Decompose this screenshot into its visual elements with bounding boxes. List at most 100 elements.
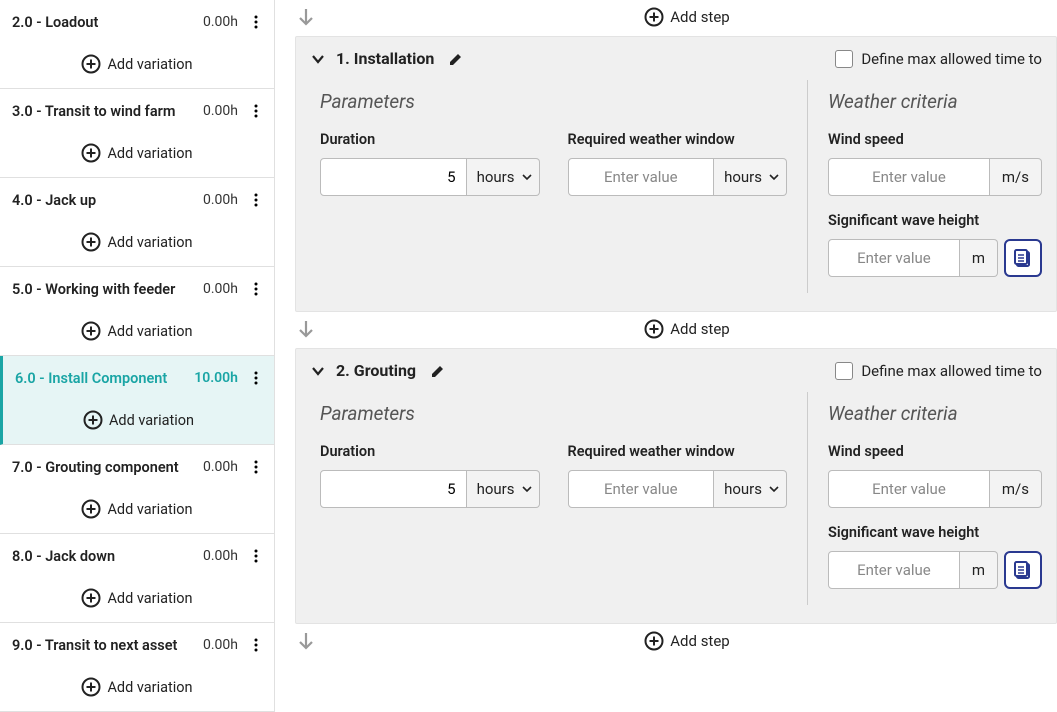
task-hours: 0.00h [203, 192, 238, 208]
task-hours: 0.00h [203, 637, 238, 653]
wave-label: Significant wave height [828, 212, 1042, 229]
task-item[interactable]: 2.0 - Loadout 0.00h Add variation [0, 0, 274, 89]
weather-heading: Weather criteria [828, 402, 1042, 425]
parameters-heading: Parameters [320, 402, 787, 425]
more-icon[interactable] [246, 10, 266, 34]
calculator-button[interactable] [1004, 551, 1042, 589]
task-item[interactable]: 4.0 - Jack up 0.00h Add variation [0, 178, 274, 267]
add-variation-label: Add variation [107, 679, 192, 696]
window-input[interactable] [568, 158, 715, 196]
wave-label: Significant wave height [828, 524, 1042, 541]
caret-icon [768, 483, 780, 495]
task-title: 2.0 - Loadout [12, 14, 195, 31]
wind-label: Wind speed [828, 443, 1042, 460]
duration-label: Duration [320, 443, 540, 460]
task-hours: 0.00h [203, 103, 238, 119]
edit-icon[interactable] [426, 363, 446, 379]
plus-circle-icon [81, 677, 101, 697]
window-input[interactable] [568, 470, 715, 508]
window-label: Required weather window [568, 443, 788, 460]
chevron-down-icon[interactable] [310, 363, 326, 379]
add-variation-label: Add variation [109, 412, 194, 429]
add-variation-button[interactable]: Add variation [0, 133, 274, 177]
add-variation-label: Add variation [107, 590, 192, 607]
task-item[interactable]: 5.0 - Working with feeder 0.00h Add vari… [0, 267, 274, 356]
plus-circle-icon [83, 410, 103, 430]
wind-input[interactable] [828, 470, 990, 508]
more-icon[interactable] [246, 188, 266, 212]
more-icon[interactable] [246, 99, 266, 123]
add-variation-button[interactable]: Add variation [0, 44, 274, 88]
task-title: 6.0 - Install Component [15, 370, 186, 387]
step-block: 1. Installation Define max allowed time … [295, 36, 1057, 312]
more-icon[interactable] [246, 455, 266, 479]
add-step-label: Add step [670, 632, 729, 650]
add-step-button[interactable]: Add step [317, 631, 1057, 651]
add-variation-label: Add variation [107, 145, 192, 162]
wave-input[interactable] [828, 551, 960, 589]
duration-unit-select[interactable]: hours [467, 470, 540, 508]
wind-input[interactable] [828, 158, 990, 196]
more-icon[interactable] [246, 366, 266, 390]
duration-input[interactable] [320, 470, 467, 508]
wind-unit[interactable]: m/s [990, 470, 1042, 508]
sidebar: 2.0 - Loadout 0.00h Add variation 3.0 - … [0, 0, 275, 712]
plus-circle-icon [81, 232, 101, 252]
caret-icon [521, 171, 533, 183]
step-block: 2. Grouting Define max allowed time to P… [295, 348, 1057, 624]
step-title: 1. Installation [336, 49, 434, 68]
wave-input[interactable] [828, 239, 960, 277]
add-variation-button[interactable]: Add variation [0, 489, 274, 533]
arrow-down-icon [295, 318, 317, 340]
more-icon[interactable] [246, 544, 266, 568]
task-title: 8.0 - Jack down [12, 548, 195, 565]
wind-label: Wind speed [828, 131, 1042, 148]
edit-icon[interactable] [444, 51, 464, 67]
add-variation-label: Add variation [107, 234, 192, 251]
task-hours: 0.00h [203, 14, 238, 30]
task-hours: 10.00h [194, 370, 238, 386]
caret-icon [521, 483, 533, 495]
add-step-button[interactable]: Add step [317, 319, 1057, 339]
plus-circle-icon [81, 588, 101, 608]
task-item[interactable]: 9.0 - Transit to next asset 0.00h Add va… [0, 623, 274, 712]
task-item[interactable]: 7.0 - Grouting component 0.00h Add varia… [0, 445, 274, 534]
window-unit-select[interactable]: hours [714, 470, 787, 508]
add-step-button[interactable]: Add step [317, 7, 1057, 27]
define-max-label: Define max allowed time to [861, 50, 1042, 68]
add-variation-button[interactable]: Add variation [3, 400, 274, 444]
parameters-heading: Parameters [320, 90, 787, 113]
plus-circle-icon [81, 499, 101, 519]
add-variation-button[interactable]: Add variation [0, 578, 274, 622]
task-title: 4.0 - Jack up [12, 192, 195, 209]
add-variation-button[interactable]: Add variation [0, 311, 274, 355]
define-max-checkbox[interactable] [835, 362, 853, 380]
window-unit-select[interactable]: hours [714, 158, 787, 196]
plus-circle-icon [81, 143, 101, 163]
task-title: 3.0 - Transit to wind farm [12, 103, 195, 120]
add-step-label: Add step [670, 8, 729, 26]
task-item[interactable]: 8.0 - Jack down 0.00h Add variation [0, 534, 274, 623]
main-panel: Add step 1. Installation Define max allo… [275, 0, 1057, 712]
more-icon[interactable] [246, 633, 266, 657]
chevron-down-icon[interactable] [310, 51, 326, 67]
add-variation-label: Add variation [107, 56, 192, 73]
define-max-checkbox[interactable] [835, 50, 853, 68]
duration-input[interactable] [320, 158, 467, 196]
add-variation-label: Add variation [107, 501, 192, 518]
more-icon[interactable] [246, 277, 266, 301]
task-hours: 0.00h [203, 459, 238, 475]
define-max-label: Define max allowed time to [861, 362, 1042, 380]
duration-unit-select[interactable]: hours [467, 158, 540, 196]
wave-unit[interactable]: m [960, 551, 998, 589]
task-item[interactable]: 3.0 - Transit to wind farm 0.00h Add var… [0, 89, 274, 178]
task-item[interactable]: 6.0 - Install Component 10.00h Add varia… [0, 356, 274, 445]
wave-unit[interactable]: m [960, 239, 998, 277]
caret-icon [768, 171, 780, 183]
add-variation-button[interactable]: Add variation [0, 222, 274, 266]
task-title: 7.0 - Grouting component [12, 459, 195, 476]
plus-circle-icon [81, 321, 101, 341]
calculator-button[interactable] [1004, 239, 1042, 277]
plus-circle-icon [81, 54, 101, 74]
wind-unit[interactable]: m/s [990, 158, 1042, 196]
